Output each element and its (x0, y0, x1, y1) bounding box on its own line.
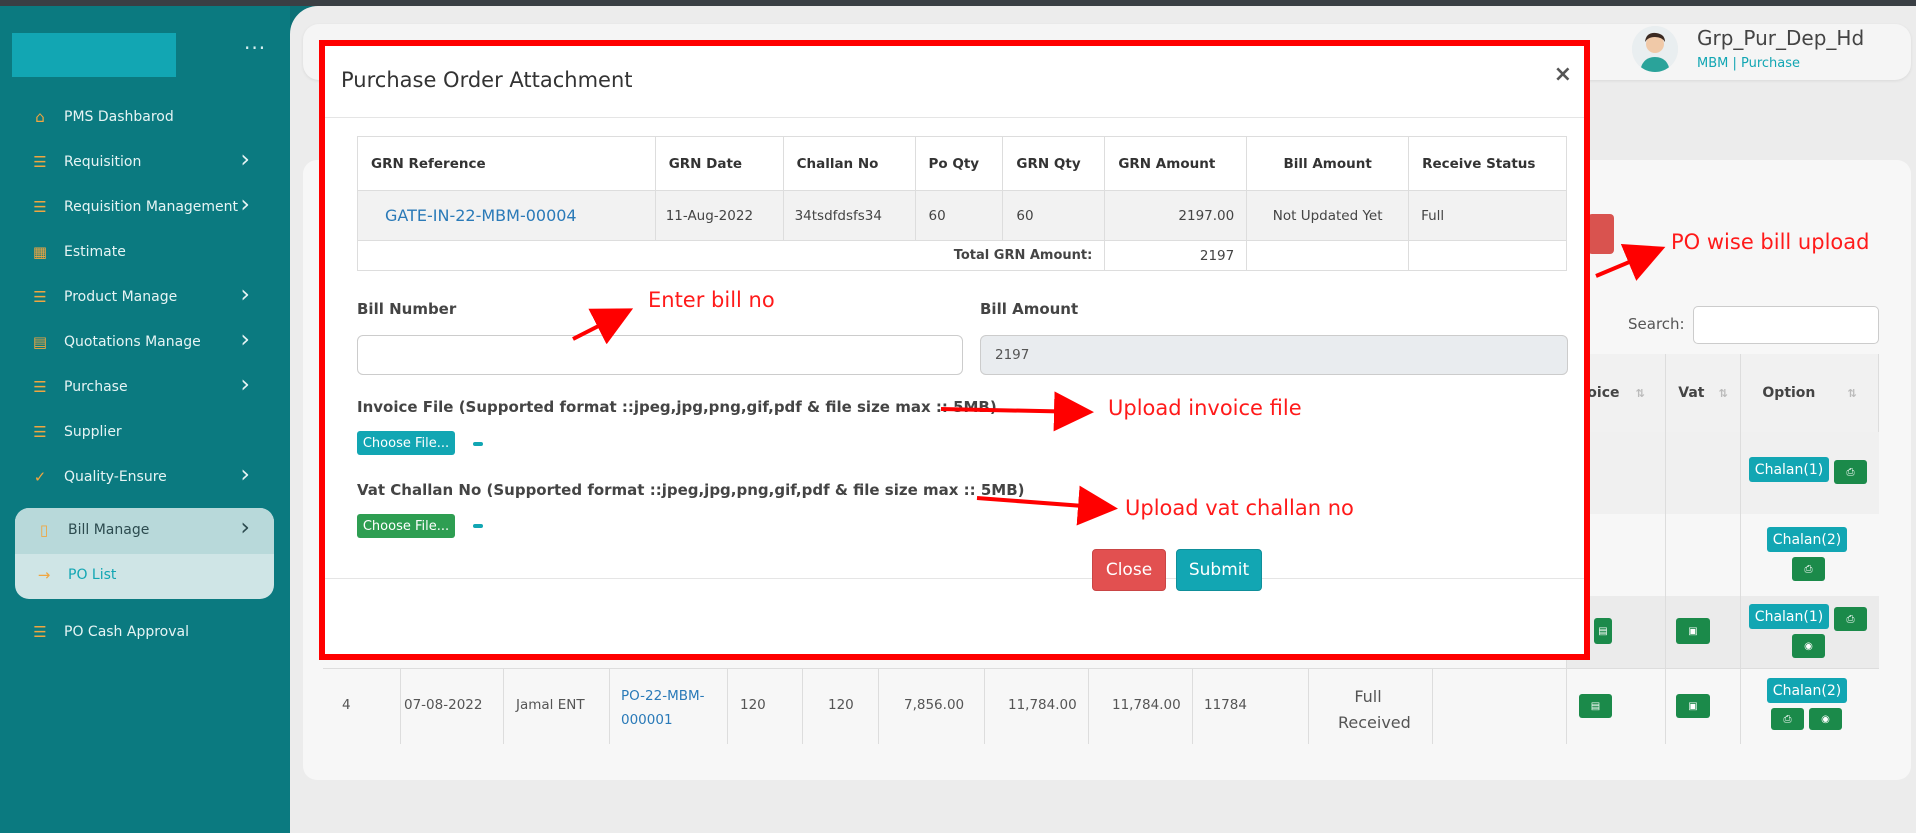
arrow-upload-vat (976, 485, 1118, 526)
arrow-po-wise (1595, 243, 1666, 281)
arrow-upload-invoice (940, 391, 1094, 432)
arrow-enter-bill (572, 308, 634, 345)
annotation-arrows (572, 243, 1666, 526)
